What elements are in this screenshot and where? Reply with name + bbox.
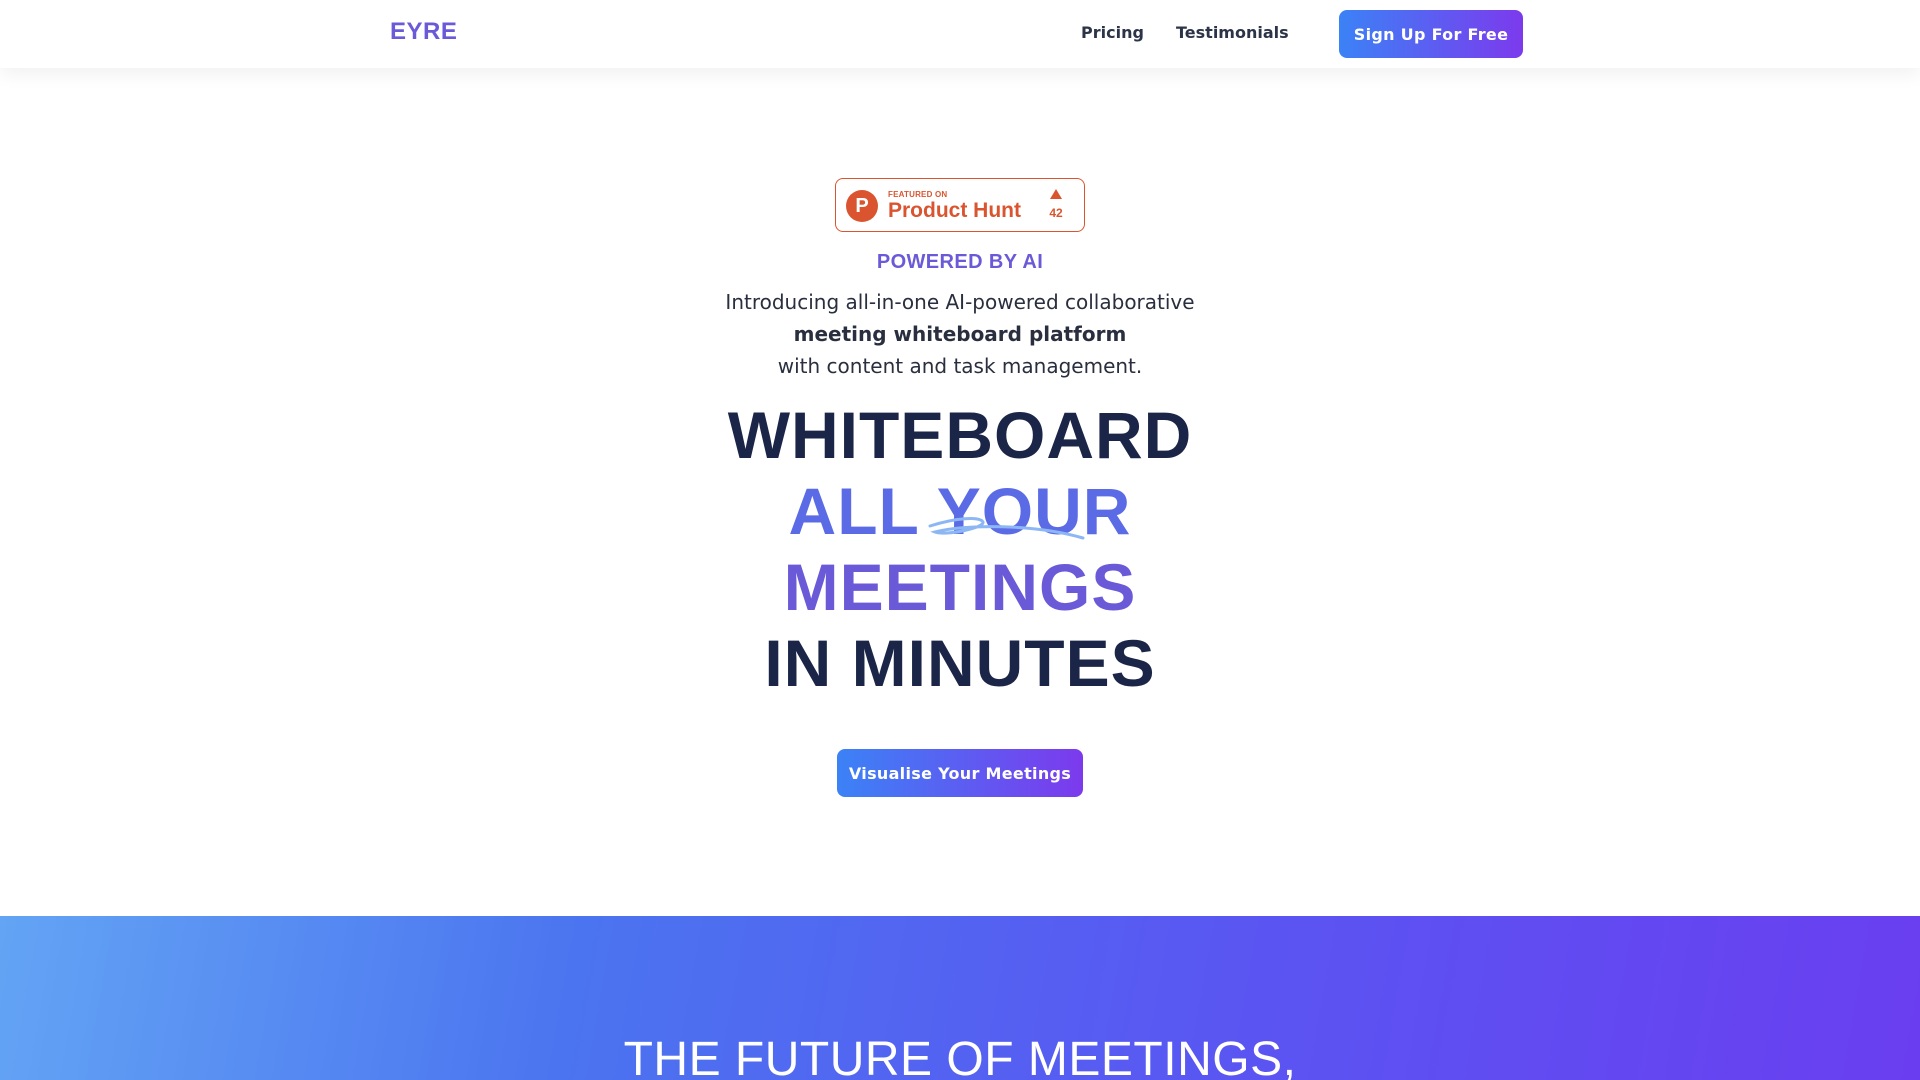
product-hunt-badge[interactable]: P FEATURED ON Product Hunt 42 (835, 178, 1085, 232)
squiggle-underline-icon (928, 517, 1085, 540)
upvote-arrow-icon (1050, 189, 1062, 199)
hero-heading-line-4: IN MINUTES (764, 626, 1156, 700)
section-title: THE FUTURE OF MEETINGS, (623, 1033, 1297, 1080)
badge-product-hunt-name: Product Hunt (888, 199, 1021, 222)
future-of-meetings-section: THE FUTURE OF MEETINGS, (0, 916, 1920, 1080)
eyre-logo[interactable]: EYRE (390, 18, 457, 46)
top-navbar: EYRE Pricing Testimonials Sign Up For Fr… (0, 0, 1920, 68)
hero-heading-line-1: WHITEBOARD (727, 398, 1193, 472)
product-hunt-icon: P (846, 190, 878, 222)
visualise-meetings-button[interactable]: Visualise Your Meetings (837, 749, 1083, 797)
hero-heading-line-3: MEETINGS (783, 550, 1137, 624)
sign-up-button[interactable]: Sign Up For Free (1339, 10, 1523, 58)
powered-by-ai-label: POWERED BY AI (876, 251, 1044, 273)
nav-link-testimonials[interactable]: Testimonials (1176, 23, 1289, 42)
intro-text-line-1: Introducing all-in-one AI-powered collab… (725, 290, 1195, 314)
upvote-count: 42 (1049, 206, 1063, 220)
nav-link-pricing[interactable]: Pricing (1081, 23, 1144, 42)
intro-text-line-2: meeting whiteboard platform (793, 322, 1127, 346)
badge-featured-label: FEATURED ON (888, 190, 948, 199)
intro-text-line-3: with content and task management. (777, 354, 1143, 378)
